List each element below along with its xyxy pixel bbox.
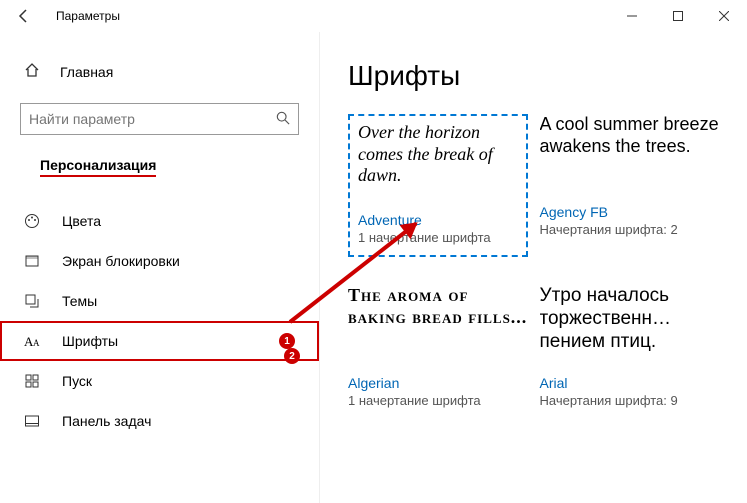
search-input[interactable]	[29, 111, 276, 127]
nav-item-taskbar[interactable]: Панель задач	[0, 401, 319, 441]
font-card-algerian[interactable]: The aroma of baking bread fills... Alger…	[348, 285, 528, 408]
sidebar: Главная Персонализация Цвета Экран блок	[0, 32, 320, 503]
home-link[interactable]: Главная	[0, 52, 319, 91]
font-sample: The aroma of baking bread fills...	[348, 285, 528, 367]
font-sample: Утро началось торжественн… пением птиц.	[540, 285, 720, 367]
fonts-icon: AA	[24, 333, 44, 349]
palette-icon	[24, 213, 44, 229]
font-card-agency[interactable]: A cool summer breeze awakens the trees. …	[540, 114, 720, 257]
page-heading: Шрифты	[348, 60, 719, 92]
nav-label: Цвета	[62, 213, 101, 229]
font-faces: Начертания шрифта: 2	[540, 222, 720, 237]
font-grid: Over the horizon comes the break of dawn…	[348, 114, 719, 408]
window-title: Параметры	[56, 9, 120, 23]
nav-item-start[interactable]: Пуск	[0, 361, 319, 401]
font-card-arial[interactable]: Утро началось торжественн… пением птиц. …	[540, 285, 720, 408]
search-box[interactable]	[20, 103, 299, 135]
themes-icon	[24, 293, 44, 309]
section-label: Персонализация	[40, 157, 156, 177]
nav-label: Темы	[62, 293, 97, 309]
font-faces: Начертания шрифта: 9	[540, 393, 720, 408]
font-name: Agency FB	[540, 204, 720, 220]
home-label: Главная	[60, 64, 113, 80]
annotation-badge-1: 1	[279, 333, 295, 349]
close-button[interactable]	[701, 0, 747, 32]
svg-text:A: A	[33, 338, 40, 348]
taskbar-icon	[24, 413, 44, 429]
back-button[interactable]	[8, 0, 40, 32]
font-name: Arial	[540, 375, 720, 391]
main-panel: Шрифты Over the horizon comes the break …	[320, 32, 747, 503]
nav-label: Шрифты	[62, 333, 118, 349]
font-sample: Over the horizon comes the break of dawn…	[358, 122, 518, 204]
nav-item-fonts[interactable]: AA Шрифты 1	[0, 321, 319, 361]
nav-item-lockscreen[interactable]: Экран блокировки	[0, 241, 319, 281]
font-name: Adventure	[358, 212, 518, 228]
nav-list: Цвета Экран блокировки Темы AA Шрифты 1	[0, 201, 319, 441]
home-icon	[24, 62, 44, 81]
maximize-button[interactable]	[655, 0, 701, 32]
nav-label: Экран блокировки	[62, 253, 180, 269]
font-name: Algerian	[348, 375, 528, 391]
lockscreen-icon	[24, 253, 44, 269]
font-faces: 1 начертание шрифта	[358, 230, 518, 245]
titlebar: Параметры	[0, 0, 747, 32]
font-card-adventure[interactable]: Over the horizon comes the break of dawn…	[348, 114, 528, 257]
start-icon	[24, 373, 44, 389]
minimize-button[interactable]	[609, 0, 655, 32]
nav-item-themes[interactable]: Темы	[0, 281, 319, 321]
search-icon	[276, 111, 290, 128]
font-faces: 1 начертание шрифта	[348, 393, 528, 408]
nav-item-colors[interactable]: Цвета	[0, 201, 319, 241]
nav-label: Пуск	[62, 373, 92, 389]
nav-label: Панель задач	[62, 413, 151, 429]
font-sample: A cool summer breeze awakens the trees.	[540, 114, 720, 196]
